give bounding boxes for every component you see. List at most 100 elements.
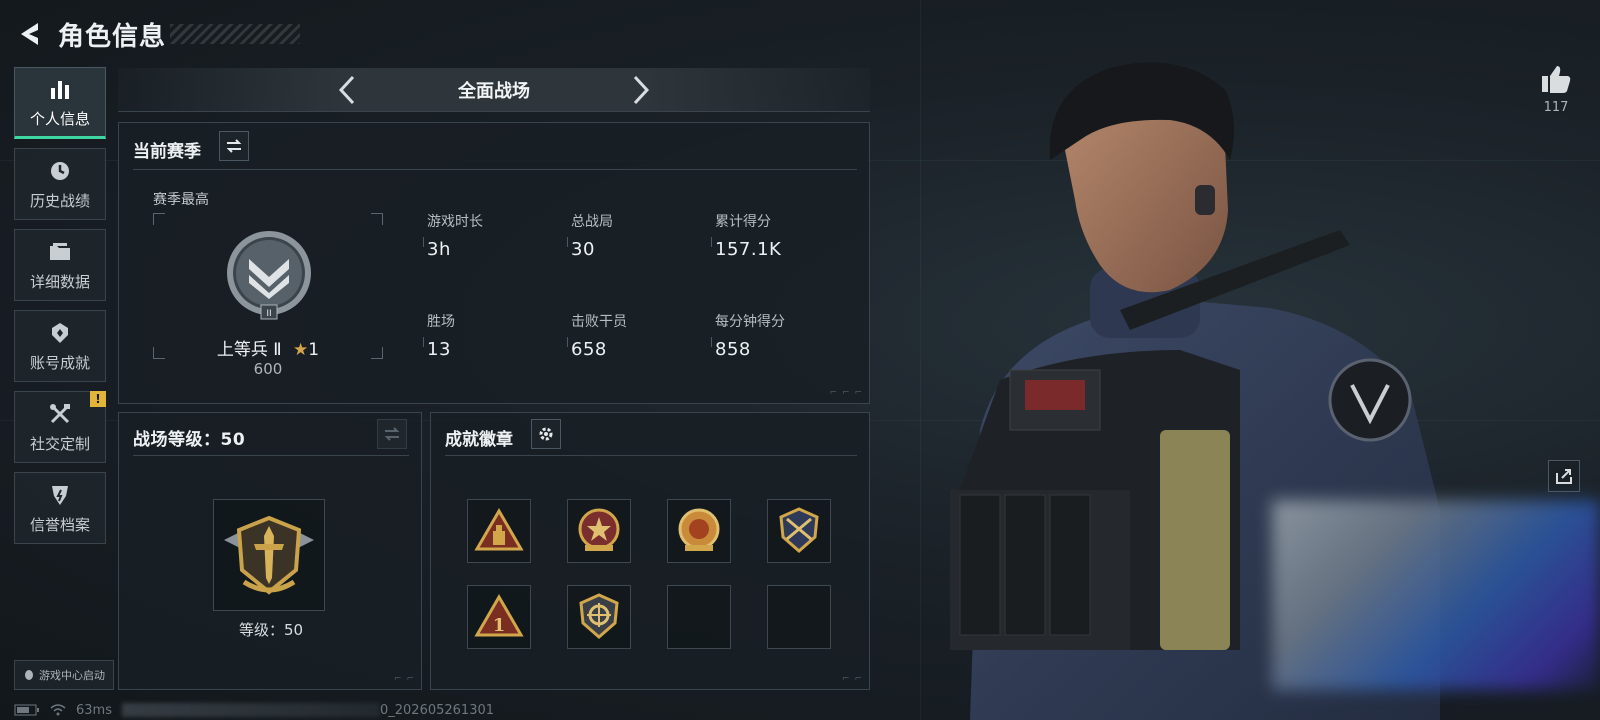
level-emblem-frame [213, 499, 325, 611]
title-decoration [170, 24, 301, 44]
page-header: 角色信息 [14, 14, 301, 54]
sidebar-item-label: 历史战绩 [29, 191, 90, 210]
like-button[interactable]: 117 [1536, 64, 1576, 115]
level-text: 等级：50 [238, 621, 304, 639]
swap-icon [226, 139, 242, 153]
gear-icon [539, 427, 553, 441]
sidebar-item-personal-info[interactable]: 个人信息 [14, 67, 106, 139]
triangle-ammo-badge-icon [474, 508, 524, 551]
stat-value: 157.1K [715, 239, 782, 260]
badge-slot-3[interactable] [667, 499, 731, 563]
stat-score-per-minute: 每分钟得分 858 [711, 311, 845, 360]
alert-badge: ! [90, 391, 106, 407]
svg-text:II: II [266, 309, 271, 319]
sidebar-nav: 个人信息 历史战绩 详细数据 账号成就 ! 社交定制 信誉档案 [14, 67, 106, 553]
star-icon: ★ [293, 340, 309, 360]
sidebar-item-reputation[interactable]: 信誉档案 [14, 472, 106, 544]
stat-total-score: 累计得分 157.1K [711, 211, 845, 260]
bar-chart-icon [47, 76, 73, 102]
svg-text:1: 1 [493, 615, 506, 636]
badge-slot-2[interactable] [567, 499, 631, 563]
tiger-emblem-badge-icon [678, 508, 720, 551]
corner-decoration: ⌐ ⌐ [842, 674, 863, 684]
achievement-icon [47, 320, 73, 346]
stat-play-time: 游戏时长 3h [423, 211, 557, 260]
achievement-badges-panel: 成就徽章 1 ⌐ ⌐ [430, 412, 870, 690]
sidebar-item-label: 个人信息 [29, 109, 90, 128]
season-switch-button[interactable] [219, 131, 249, 161]
wifi-icon [50, 704, 66, 716]
page-title: 角色信息 [58, 21, 167, 52]
stat-total-matches: 总战局 30 [567, 211, 701, 260]
game-center-launch-button[interactable]: 游戏中心启动 [14, 660, 114, 690]
back-button[interactable] [14, 19, 44, 49]
sidebar-item-detailed-data[interactable]: 详细数据 [14, 229, 106, 301]
current-season-panel: 当前赛季 赛季最高 II 上等兵 Ⅱ ★1 600 游戏时长 3h 总战局 30… [118, 122, 870, 404]
stat-value: 658 [571, 339, 607, 360]
shield-emblem-badge-icon [779, 507, 819, 553]
badge-slot-empty[interactable] [667, 585, 731, 649]
swap-icon [384, 427, 400, 441]
corner-decoration: ⌐ ⌐ [394, 674, 415, 684]
divider [133, 455, 409, 456]
stat-label: 总战局 [571, 214, 613, 230]
battery-icon [14, 704, 39, 716]
badge-settings-button[interactable] [531, 419, 561, 449]
mode-name: 全面战场 [458, 80, 530, 102]
folder-icon [47, 239, 73, 265]
star-emblem-badge-icon [578, 508, 620, 551]
redacted-text [121, 703, 380, 717]
stat-label: 击败干员 [571, 314, 627, 330]
sidebar-item-label: 社交定制 [29, 434, 90, 453]
stat-wins: 胜场 13 [423, 311, 557, 360]
chevron-right-icon [633, 75, 650, 104]
badge-slot-4[interactable] [767, 499, 831, 563]
sidebar-item-achievements[interactable]: 账号成就 [14, 310, 106, 382]
rank-emblem-icon: II [227, 231, 311, 320]
season-best-label: 赛季最高 [153, 192, 209, 208]
stat-value: 858 [715, 339, 751, 360]
sidebar-item-label: 详细数据 [29, 272, 90, 291]
chevron-left-icon [338, 75, 355, 104]
badge-slot-empty[interactable] [767, 585, 831, 649]
divider [445, 455, 857, 456]
penguin-icon [25, 670, 33, 680]
rank-display: II 上等兵 Ⅱ ★1 600 [153, 213, 383, 378]
status-footer: 63ms 0_202605261301 [14, 700, 494, 720]
history-icon [47, 158, 73, 184]
back-arrow-icon [21, 23, 38, 45]
like-count: 117 [1543, 100, 1569, 115]
battle-level-title: 战场等级：50 [133, 430, 246, 450]
stat-label: 每分钟得分 [715, 314, 785, 330]
stat-value: 30 [571, 239, 595, 260]
badge-slot-6[interactable] [567, 585, 631, 649]
sidebar-item-history[interactable]: 历史战绩 [14, 148, 106, 220]
rank-title: 上等兵 Ⅱ [216, 340, 282, 360]
prev-mode-button[interactable] [325, 68, 369, 112]
next-mode-button[interactable] [619, 68, 663, 112]
rank-score: 600 [253, 360, 283, 378]
stat-label: 游戏时长 [427, 214, 483, 230]
corner-decoration: ⌐ ⌐ ⌐ [829, 388, 863, 398]
level-emblem-icon [224, 515, 314, 595]
sidebar-item-label: 账号成就 [29, 353, 90, 372]
battle-level-panel: 战场等级：50 等级：50 ⌐ ⌐ [118, 412, 422, 690]
stat-label: 胜场 [427, 314, 455, 330]
badge-slot-5[interactable]: 1 [467, 585, 531, 649]
rank-name: 上等兵 Ⅱ ★1 [153, 335, 383, 360]
sidebar-item-social-custom[interactable]: ! 社交定制 [14, 391, 106, 463]
share-icon [1556, 469, 1572, 484]
stat-kills: 击败干员 658 [567, 311, 701, 360]
game-center-label: 游戏中心启动 [39, 669, 105, 682]
battle-level-switch-button[interactable] [377, 419, 407, 449]
build-id: 0_202605261301 [379, 702, 495, 718]
rank-star-count: 1 [308, 340, 320, 360]
stat-label: 累计得分 [715, 214, 771, 230]
bg-grid-line [920, 0, 921, 720]
ping-value: 63ms [76, 702, 112, 718]
reputation-icon [47, 482, 73, 508]
season-title: 当前赛季 [133, 142, 201, 162]
share-button[interactable] [1548, 460, 1580, 492]
stat-value: 13 [427, 339, 451, 360]
badge-slot-1[interactable] [467, 499, 531, 563]
